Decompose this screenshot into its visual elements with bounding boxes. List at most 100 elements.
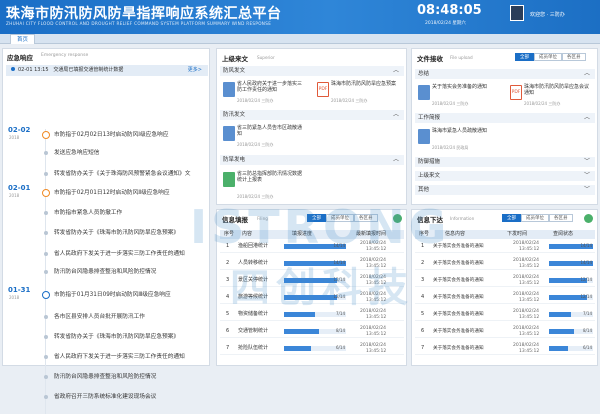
cell-date: 2018/02/24: [360, 292, 386, 297]
progress-count: 12/14: [333, 294, 345, 299]
word-doc-icon: [418, 85, 430, 100]
col-no: 序号: [224, 231, 235, 237]
table-row[interactable]: 6 交通管制统计 8/14 2018/02/24 13:45:12: [220, 325, 404, 338]
timeline-marker-icon: [44, 211, 48, 215]
doc-date: 2018/02/24 三防办: [331, 98, 368, 103]
doc-title: 省三防紧急人员告市区疏散通知: [237, 125, 303, 137]
doc-item[interactable]: 珠海市紧急人员疏散通知 2018/02/24 民政局: [418, 126, 498, 152]
section-other[interactable]: 其他 ﹀: [415, 185, 595, 195]
cell-content: 旅游等候统计: [238, 294, 269, 300]
table-row[interactable]: 3 景区关停统计 12/14 2018/02/24 13:45:12: [220, 274, 404, 287]
upload-icon[interactable]: [393, 214, 402, 223]
filter-all[interactable]: 全部: [307, 214, 326, 222]
welcome-text[interactable]: 欢迎您 · 三防办: [530, 11, 565, 18]
dot-icon: [11, 67, 15, 71]
user-avatar[interactable]: [510, 5, 524, 21]
filter-districts[interactable]: 各区县: [562, 53, 586, 61]
progress-count: 12/14: [333, 277, 345, 282]
table-row[interactable]: 7 抢险队伍统计 6/14 2018/02/24 13:45:12: [220, 342, 404, 355]
progress-fill: [549, 346, 568, 351]
section-superior[interactable]: 上级来文 ﹀: [415, 171, 595, 181]
doc-item[interactable]: 省三防总指挥部防汛情况数据统计上报表 2018/02/24 三防办: [223, 169, 303, 199]
item-text: 发送应急响应短信: [54, 150, 100, 156]
filter-members[interactable]: 成员单位: [534, 53, 562, 61]
table-row[interactable]: 4 旅游等候统计 12/14 2018/02/24 13:45:12: [220, 291, 404, 304]
table-row[interactable]: 3 关于落实会务准备的通知 2018/02/24 13:45:12 12/14: [415, 274, 595, 287]
doc-item[interactable]: 省三防紧急人员告市区疏散通知 2018/02/24 三防办: [223, 123, 303, 149]
section-label: 防旱发电: [223, 157, 246, 163]
section-summary[interactable]: 总结 ︿: [415, 69, 595, 79]
item-date: 02-02: [8, 126, 31, 134]
doc-item[interactable]: 省人民政府关于进一步落实三防工作责任的通知 2018/02/24 三防办: [223, 79, 303, 105]
emergency-response-panel: 应急响应 Emergency response 02-01 13:15 交通局已…: [2, 48, 211, 414]
latest-notice[interactable]: 02-01 13:15 交通局已填报交通管制统计数据 更多>: [6, 65, 208, 76]
progress-bar: 6/14: [284, 345, 346, 351]
progress-bar: 7/14: [284, 311, 346, 317]
item-text: 转发省防办关于《关于珠海防风预警紧急会议通知》文: [54, 171, 191, 177]
excel-doc-icon: [223, 172, 235, 187]
filter-segment: 全部 成员单位 各区县: [307, 214, 378, 222]
timeline-item[interactable]: 发送应急响应短信: [6, 147, 211, 159]
item-year: 2018: [9, 193, 20, 198]
timeline-item[interactable]: 省人民政府下发关于进一步落实三防工作责任的通知: [6, 248, 211, 260]
timeline-item[interactable]: 省政府召开三防系统标准化建设现场会议: [6, 391, 211, 403]
timeline-item[interactable]: 转发省防办关于《珠海市防汛防风防旱应急预案》: [6, 227, 211, 239]
progress-count: 7/14: [583, 311, 592, 316]
timeline-item[interactable]: 防汛防台风隐患排查整治和风险防控情况: [6, 371, 211, 383]
more-link[interactable]: 更多>: [188, 65, 202, 76]
filter-districts[interactable]: 各区县: [549, 214, 573, 222]
item-text: 市防指于02月01日12时启动防风Ⅱ级应急响应: [54, 190, 170, 196]
col-status: 查阅状态: [553, 231, 574, 237]
section-briefing[interactable]: 工作简报 ︿: [415, 113, 595, 123]
filter-members[interactable]: 成员单位: [521, 214, 549, 222]
clock-time: 08:48:05: [417, 3, 482, 18]
table-row[interactable]: 5 关于落实会务准备的通知 2018/02/24 13:45:12 7/14: [415, 308, 595, 321]
timeline-item[interactable]: 各市区县安排人员台批开展防汛工作: [6, 311, 211, 323]
app-header: 珠海市防汛防风防旱指挥响应系统汇总平台 ZHUHAI CITY FLOOD CO…: [0, 0, 600, 34]
filter-all[interactable]: 全部: [502, 214, 521, 222]
chevron-down-icon: ﹀: [583, 186, 590, 193]
timeline-item[interactable]: 市防指市紧急人员防撤工作: [6, 207, 211, 219]
timeline-item[interactable]: 02-02 2018 市防指于02月02日13时启动防风Ⅰ级应急响应: [6, 126, 211, 141]
filter-all[interactable]: 全部: [515, 53, 534, 61]
send-icon[interactable]: [584, 214, 593, 223]
section-drought[interactable]: 防旱发电 ︿: [220, 155, 404, 165]
table-row[interactable]: 6 关于落实会务准备的通知 2018/02/24 13:45:12 8/14: [415, 325, 595, 338]
item-text: 省政府召开三防系统标准化建设现场会议: [54, 394, 157, 400]
app-subtitle: ZHUHAI CITY FLOOD CONTROL AND DROUGHT RE…: [6, 21, 272, 26]
table-row[interactable]: 7 关于落实会务准备的通知 2018/02/24 13:45:12 6/14: [415, 342, 595, 355]
clock-date: 2018/02/24 星期六: [425, 21, 466, 26]
table-row[interactable]: 1 渔船回港统计 14/14 2018/02/24 13:45:12: [220, 240, 404, 253]
timeline-item[interactable]: 转发省防办关于《珠海市防汛防风防旱应急预案》: [6, 331, 211, 343]
cell-time: 13:45:12: [366, 332, 387, 337]
section-flood[interactable]: 防汛发文 ︿: [220, 110, 404, 120]
tab-home[interactable]: 首页: [10, 34, 36, 44]
doc-item[interactable]: PDF 珠海市防汛防风防旱应急预案 2018/02/24 三防办: [317, 79, 397, 105]
table-row[interactable]: 5 物资储备统计 7/14 2018/02/24 13:45:12: [220, 308, 404, 321]
timeline-item[interactable]: 02-01 2018 市防指于02月01日12时启动防风Ⅱ级应急响应: [6, 184, 211, 199]
timeline-item[interactable]: 防汛防台风隐患排查整治和风险防控情况: [6, 266, 211, 278]
filter-members[interactable]: 成员单位: [326, 214, 354, 222]
timeline-item[interactable]: 省人民政府下发关于进一步落实三防工作责任的通知: [6, 351, 211, 363]
timeline-marker-icon: [42, 131, 50, 139]
col-progress: 填报进度: [292, 231, 313, 237]
table-row[interactable]: 2 关于落实会务准备的通知 2018/02/24 13:45:12 14/14: [415, 257, 595, 270]
cell-date: 2018/02/24: [513, 309, 539, 314]
filter-districts[interactable]: 各区县: [354, 214, 378, 222]
progress-bar: 8/14: [284, 328, 346, 334]
timeline-marker-icon: [44, 315, 48, 319]
timeline-marker-icon: [42, 189, 50, 197]
timeline-marker-icon: [44, 252, 48, 256]
section-wind[interactable]: 防风发文 ︿: [220, 66, 404, 76]
section-defense[interactable]: 防御措施 ﹀: [415, 157, 595, 167]
timeline-item[interactable]: 01-31 2018 市防指于01月31日09时启动防风Ⅲ级应急响应: [6, 286, 211, 301]
timeline-marker-icon: [44, 375, 48, 379]
table-row[interactable]: 2 人员转移统计 14/14 2018/02/24 13:45:12: [220, 257, 404, 270]
cell-date: 2018/02/24: [360, 241, 386, 246]
table-row[interactable]: 1 关于落实会务准备的通知 2018/02/24 13:45:12 14/14: [415, 240, 595, 253]
cell-time: 13:45:12: [366, 298, 387, 303]
doc-item[interactable]: PDF 珠海市防汛防风防旱应急会议通知 2018/02/24 三防办: [510, 82, 590, 108]
table-row[interactable]: 4 关于落实会务准备的通知 2018/02/24 13:45:12 12/14: [415, 291, 595, 304]
doc-item[interactable]: 关于落实会务准备的通知 2018/02/24 三防办: [418, 82, 498, 108]
timeline-item[interactable]: 转发省防办关于《关于珠海防风预警紧急会议通知》文: [6, 168, 211, 180]
